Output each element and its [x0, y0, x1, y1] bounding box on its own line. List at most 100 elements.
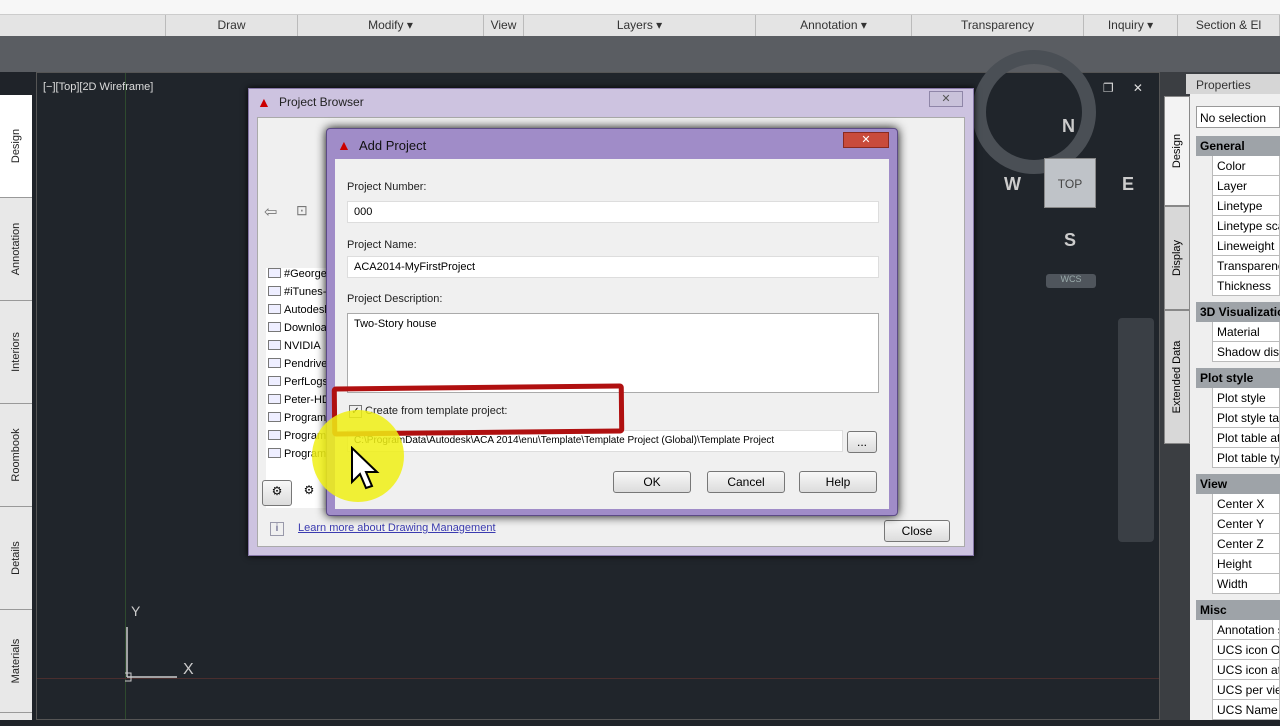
folder-icon [268, 322, 281, 332]
property-row[interactable]: Plot table type [1212, 448, 1280, 468]
property-row[interactable]: Thickness [1212, 276, 1280, 296]
tab-roombook[interactable]: Roombook [0, 404, 32, 507]
properties-tab-design[interactable]: Design [1164, 96, 1190, 206]
property-row[interactable]: Height [1212, 554, 1280, 574]
tab-design[interactable]: Design [0, 95, 32, 198]
properties-tab-extended-data[interactable]: Extended Data [1164, 310, 1190, 444]
ribbon: Draw Modify ▾ View Layers ▾ Annotation ▾… [0, 0, 1280, 36]
ribbon-panel-transparency[interactable]: Transparency [912, 15, 1084, 36]
refresh-project-icon[interactable]: ⚙ [294, 480, 324, 506]
tab-label: Details [10, 541, 22, 575]
browse-button[interactable]: ... [847, 431, 877, 453]
compass-south[interactable]: S [1064, 230, 1076, 251]
folder-label: #George- [284, 268, 331, 280]
wcs-menu[interactable]: WCS [1046, 274, 1096, 288]
tab-label: Roombook [10, 428, 22, 482]
selection-dropdown[interactable]: No selection [1196, 106, 1280, 128]
folder-label: PerfLogs [284, 376, 329, 388]
property-row[interactable]: Plot style table [1212, 408, 1280, 428]
folder-icon [268, 304, 281, 314]
property-row[interactable]: Shadow display [1212, 342, 1280, 362]
property-row[interactable]: Linetype scale [1212, 216, 1280, 236]
folder-icon [268, 286, 281, 296]
close-button[interactable]: ✕ [843, 132, 889, 148]
tab-materials[interactable]: Materials [0, 610, 32, 713]
folder-icon [268, 430, 281, 440]
compass-north[interactable]: N [1062, 116, 1075, 137]
add-project-dialog: ▲ Add Project ✕ Project Number: 000 Proj… [326, 128, 898, 516]
property-row[interactable]: Linetype [1212, 196, 1280, 216]
folder-label: Pendrive- [284, 358, 332, 370]
project-number-label: Project Number: [347, 181, 427, 193]
ribbon-divider [0, 36, 1280, 72]
property-row[interactable]: Plot table attached to [1212, 428, 1280, 448]
ribbon-panel-section[interactable]: Section & El [1178, 15, 1280, 36]
property-category[interactable]: Misc [1196, 600, 1280, 620]
property-row[interactable]: UCS Name [1212, 700, 1280, 720]
project-description-textarea[interactable]: Two-Story house [347, 313, 879, 393]
property-category[interactable]: View [1196, 474, 1280, 494]
help-button[interactable]: Help [799, 471, 877, 493]
tab-details[interactable]: Details [0, 507, 32, 610]
compass-west[interactable]: W [1004, 174, 1021, 195]
ucs-y-label: Y [131, 603, 141, 619]
property-category[interactable]: 3D Visualization [1196, 302, 1280, 322]
folder-icon [268, 376, 281, 386]
property-row[interactable]: Layer [1212, 176, 1280, 196]
ribbon-panel[interactable] [0, 15, 166, 36]
folder-up-icon[interactable]: ⊡ [296, 202, 308, 219]
ribbon-panel-annotation[interactable]: Annotation ▾ [756, 15, 912, 36]
mouse-pointer-icon [351, 446, 380, 490]
ok-button[interactable]: OK [613, 471, 691, 493]
property-row[interactable]: Center Z [1212, 534, 1280, 554]
ribbon-tools [0, 0, 1280, 14]
property-row[interactable]: Color [1212, 156, 1280, 176]
property-row[interactable]: UCS icon at origin [1212, 660, 1280, 680]
ribbon-panel-draw[interactable]: Draw [166, 15, 298, 36]
property-category[interactable]: Plot style [1196, 368, 1280, 388]
project-number-input[interactable]: 000 [347, 201, 879, 223]
viewport-controls-label[interactable]: [−][Top][2D Wireframe] [43, 81, 153, 93]
tab-label: Design [10, 128, 22, 164]
dialog-title: Add Project [359, 138, 427, 153]
cancel-button[interactable]: Cancel [707, 471, 785, 493]
property-row[interactable]: Material [1212, 322, 1280, 342]
property-row[interactable]: UCS icon On [1212, 640, 1280, 660]
folder-icon [268, 340, 281, 350]
viewcube-compass[interactable] [972, 50, 1096, 174]
new-project-icon[interactable]: ⚙ [262, 480, 292, 506]
folder-icon [268, 358, 281, 368]
property-row[interactable]: Annotation scale [1212, 620, 1280, 640]
project-name-input[interactable]: ACA2014-MyFirstProject [347, 256, 879, 278]
learn-more-link[interactable]: Learn more about Drawing Management [298, 522, 496, 534]
property-row[interactable]: Plot style [1212, 388, 1280, 408]
tab-annotation[interactable]: Annotation [0, 198, 32, 301]
tab-interiors[interactable]: Interiors [0, 301, 32, 404]
ribbon-panel-modify[interactable]: Modify ▾ [298, 15, 484, 36]
property-row[interactable]: Lineweight [1212, 236, 1280, 256]
property-row[interactable]: Center Y [1212, 514, 1280, 534]
property-row[interactable]: UCS per viewport [1212, 680, 1280, 700]
navigation-bar[interactable] [1118, 318, 1154, 542]
autocad-logo-icon: ▲ [257, 94, 271, 110]
tab-label: Interiors [10, 332, 22, 372]
folder-icon [268, 394, 281, 404]
tab-label: Display [1171, 239, 1183, 277]
property-row[interactable]: Transparency [1212, 256, 1280, 276]
ribbon-panel-view[interactable]: View [484, 15, 524, 36]
ucs-icon: Y X [122, 603, 205, 686]
ribbon-panel-inquiry[interactable]: Inquiry ▾ [1084, 15, 1178, 36]
close-button[interactable]: ✕ [929, 91, 963, 107]
folder-icon [268, 412, 281, 422]
tool-palette-tabs: Design Annotation Interiors Roombook Det… [0, 95, 32, 720]
compass-east[interactable]: E [1122, 174, 1134, 195]
properties-tab-display[interactable]: Display [1164, 206, 1190, 310]
property-row[interactable]: Center X [1212, 494, 1280, 514]
property-row[interactable]: Width [1212, 574, 1280, 594]
viewcube-top[interactable]: TOP [1044, 158, 1096, 208]
tab-label: Materials [10, 638, 22, 684]
back-icon[interactable]: ⇦ [264, 202, 277, 222]
ribbon-panel-layers[interactable]: Layers ▾ [524, 15, 756, 36]
property-category[interactable]: General [1196, 136, 1280, 156]
close-dialog-button[interactable]: Close [884, 520, 950, 542]
